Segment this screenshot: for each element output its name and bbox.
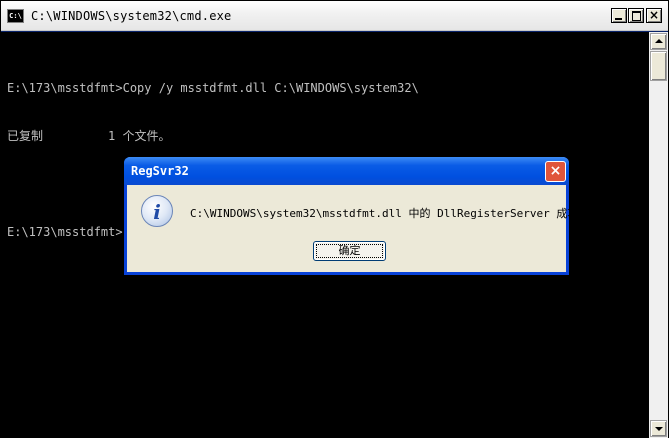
scroll-down-button[interactable] — [650, 420, 667, 437]
window-title: C:\WINDOWS\system32\cmd.exe — [31, 9, 232, 23]
close-button[interactable]: × — [646, 8, 662, 23]
close-icon: × — [549, 163, 562, 179]
dialog-title: RegSvr32 — [131, 164, 189, 178]
window-titlebar[interactable]: C:\ C:\WINDOWS\system32\cmd.exe × — [1, 1, 668, 31]
close-icon: × — [648, 8, 660, 22]
ok-button[interactable]: 确定 — [313, 241, 386, 261]
console-icon[interactable]: C:\ — [7, 9, 24, 23]
dialog-titlebar[interactable]: RegSvr32 × — [124, 157, 569, 185]
scroll-thumb[interactable] — [650, 51, 667, 81]
maximize-button[interactable] — [628, 8, 644, 23]
dialog-message: C:\WINDOWS\system32\msstdfmt.dll 中的 DllR… — [190, 207, 590, 220]
regsvr32-dialog: RegSvr32 × i C:\WINDOWS\system32\msstdfm… — [124, 157, 589, 275]
ok-button-label: 确定 — [316, 244, 383, 258]
dialog-close-button[interactable]: × — [545, 161, 566, 182]
console-line: 已复制 1 个文件。 — [7, 129, 171, 143]
console-line: E:\173\msstdfmt>Copy /y msstdfmt.dll C:\… — [7, 81, 419, 95]
scroll-up-button[interactable] — [650, 33, 667, 50]
vertical-scrollbar[interactable] — [649, 32, 668, 438]
minimize-button[interactable] — [611, 8, 627, 23]
information-icon: i — [141, 195, 173, 227]
